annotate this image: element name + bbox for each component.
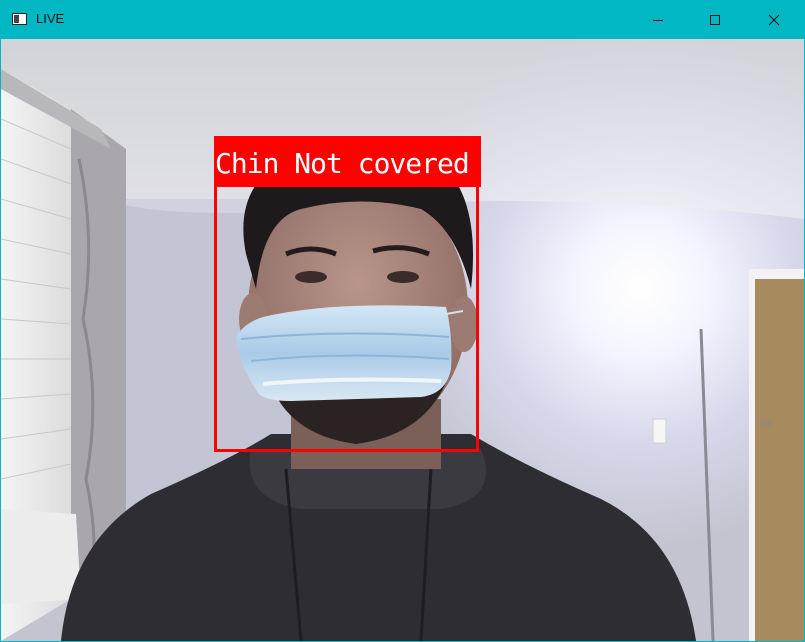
window-app-icon [12,12,27,25]
maximize-icon [710,14,720,25]
close-button[interactable] [745,0,803,39]
app-window: LIVE Chin Not covered [0,0,805,642]
detection-label: Chin Not covered [215,147,470,180]
camera-feed: Chin Not covered [1,39,804,641]
minimize-icon [653,19,663,21]
title-bar[interactable]: LIVE [0,0,805,39]
maximize-button[interactable] [686,0,744,39]
window-title: LIVE [36,11,65,26]
minimize-button[interactable] [629,0,687,39]
close-icon [768,14,780,25]
